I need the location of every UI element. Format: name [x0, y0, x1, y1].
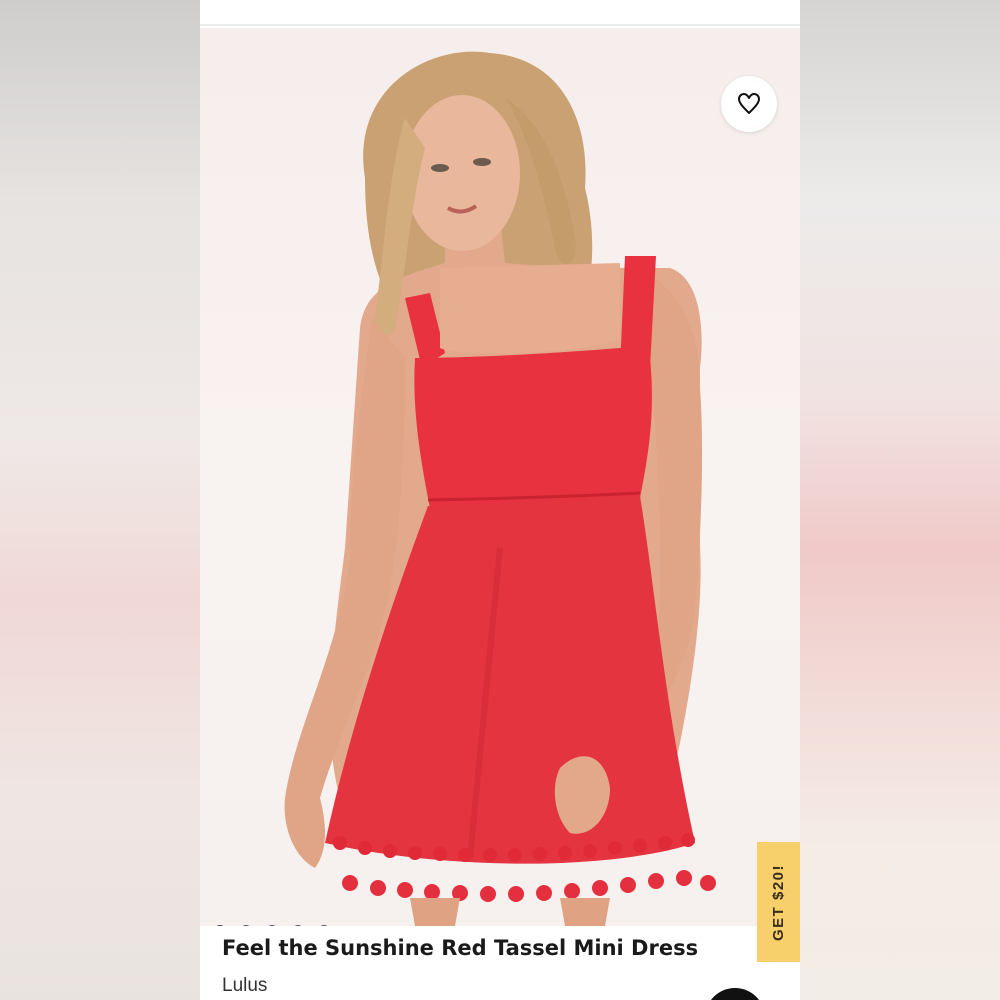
- product-brand[interactable]: Lulus: [222, 975, 267, 997]
- carousel-dot[interactable]: [292, 925, 304, 926]
- product-image[interactable]: [200, 28, 800, 926]
- product-title: Feel the Sunshine Red Tassel Mini Dress: [222, 936, 699, 960]
- top-bar: [200, 0, 800, 26]
- blurred-background-right: [800, 0, 1000, 1000]
- carousel-dot[interactable]: [214, 925, 226, 926]
- chat-button[interactable]: [705, 988, 765, 1000]
- promo-tab[interactable]: GET $20!: [757, 842, 800, 962]
- model-photo: [284, 51, 716, 926]
- carousel-dot[interactable]: [266, 925, 278, 926]
- image-carousel-dots: [214, 925, 330, 926]
- blurred-background-left: [0, 0, 200, 1000]
- promo-label: GET $20!: [770, 863, 787, 941]
- favorite-button[interactable]: [721, 76, 777, 132]
- carousel-dot[interactable]: [318, 925, 330, 926]
- product-page: GET $20! Feel the Sunshine Red Tassel Mi…: [200, 0, 800, 1000]
- carousel-dot[interactable]: [240, 925, 252, 926]
- heart-icon: [738, 93, 760, 114]
